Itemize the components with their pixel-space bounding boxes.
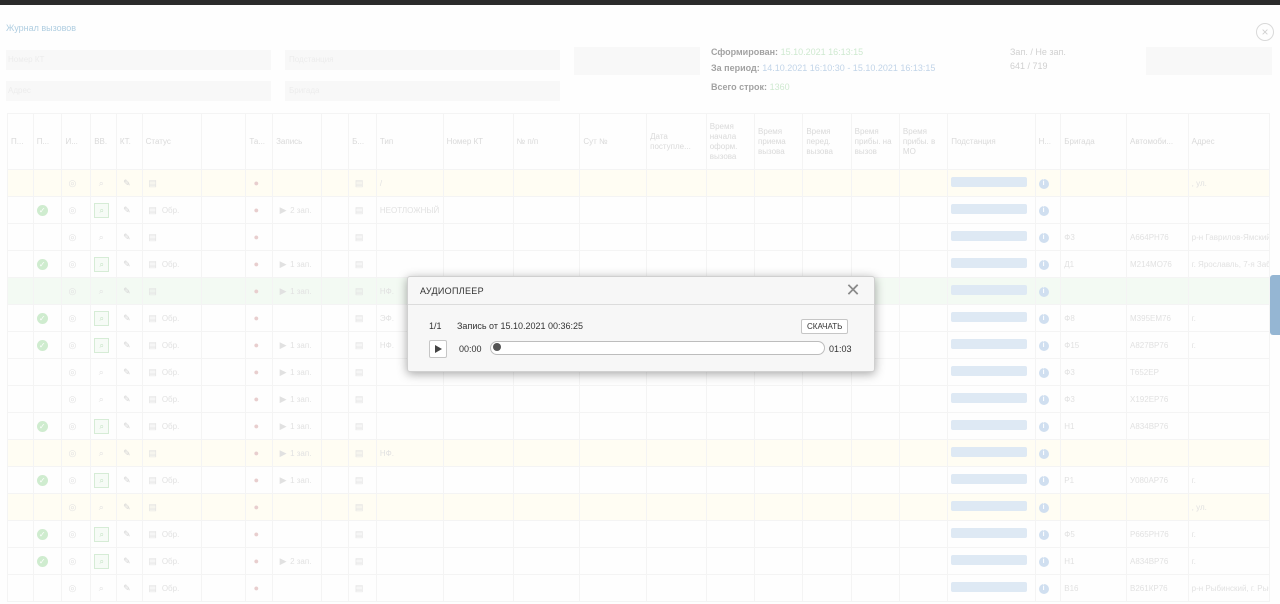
record-counter: 1/1	[429, 321, 442, 331]
progress-knob[interactable]	[493, 343, 501, 351]
record-title: Запись от 15.10.2021 00:36:25	[457, 321, 584, 331]
progress-track[interactable]	[490, 341, 825, 355]
audio-player-dialog: АУДИОПЛЕЕР ✕ 1/1 Запись от 15.10.2021 00…	[407, 276, 875, 372]
player-divider	[408, 304, 874, 305]
download-button[interactable]: СКАЧАТЬ	[801, 319, 849, 334]
duration-time: 01:03	[829, 344, 852, 354]
close-icon[interactable]: ✕	[844, 281, 862, 300]
current-time: 00:00	[459, 344, 482, 354]
player-title: АУДИОПЛЕЕР	[420, 286, 484, 296]
play-icon[interactable]	[429, 340, 447, 358]
